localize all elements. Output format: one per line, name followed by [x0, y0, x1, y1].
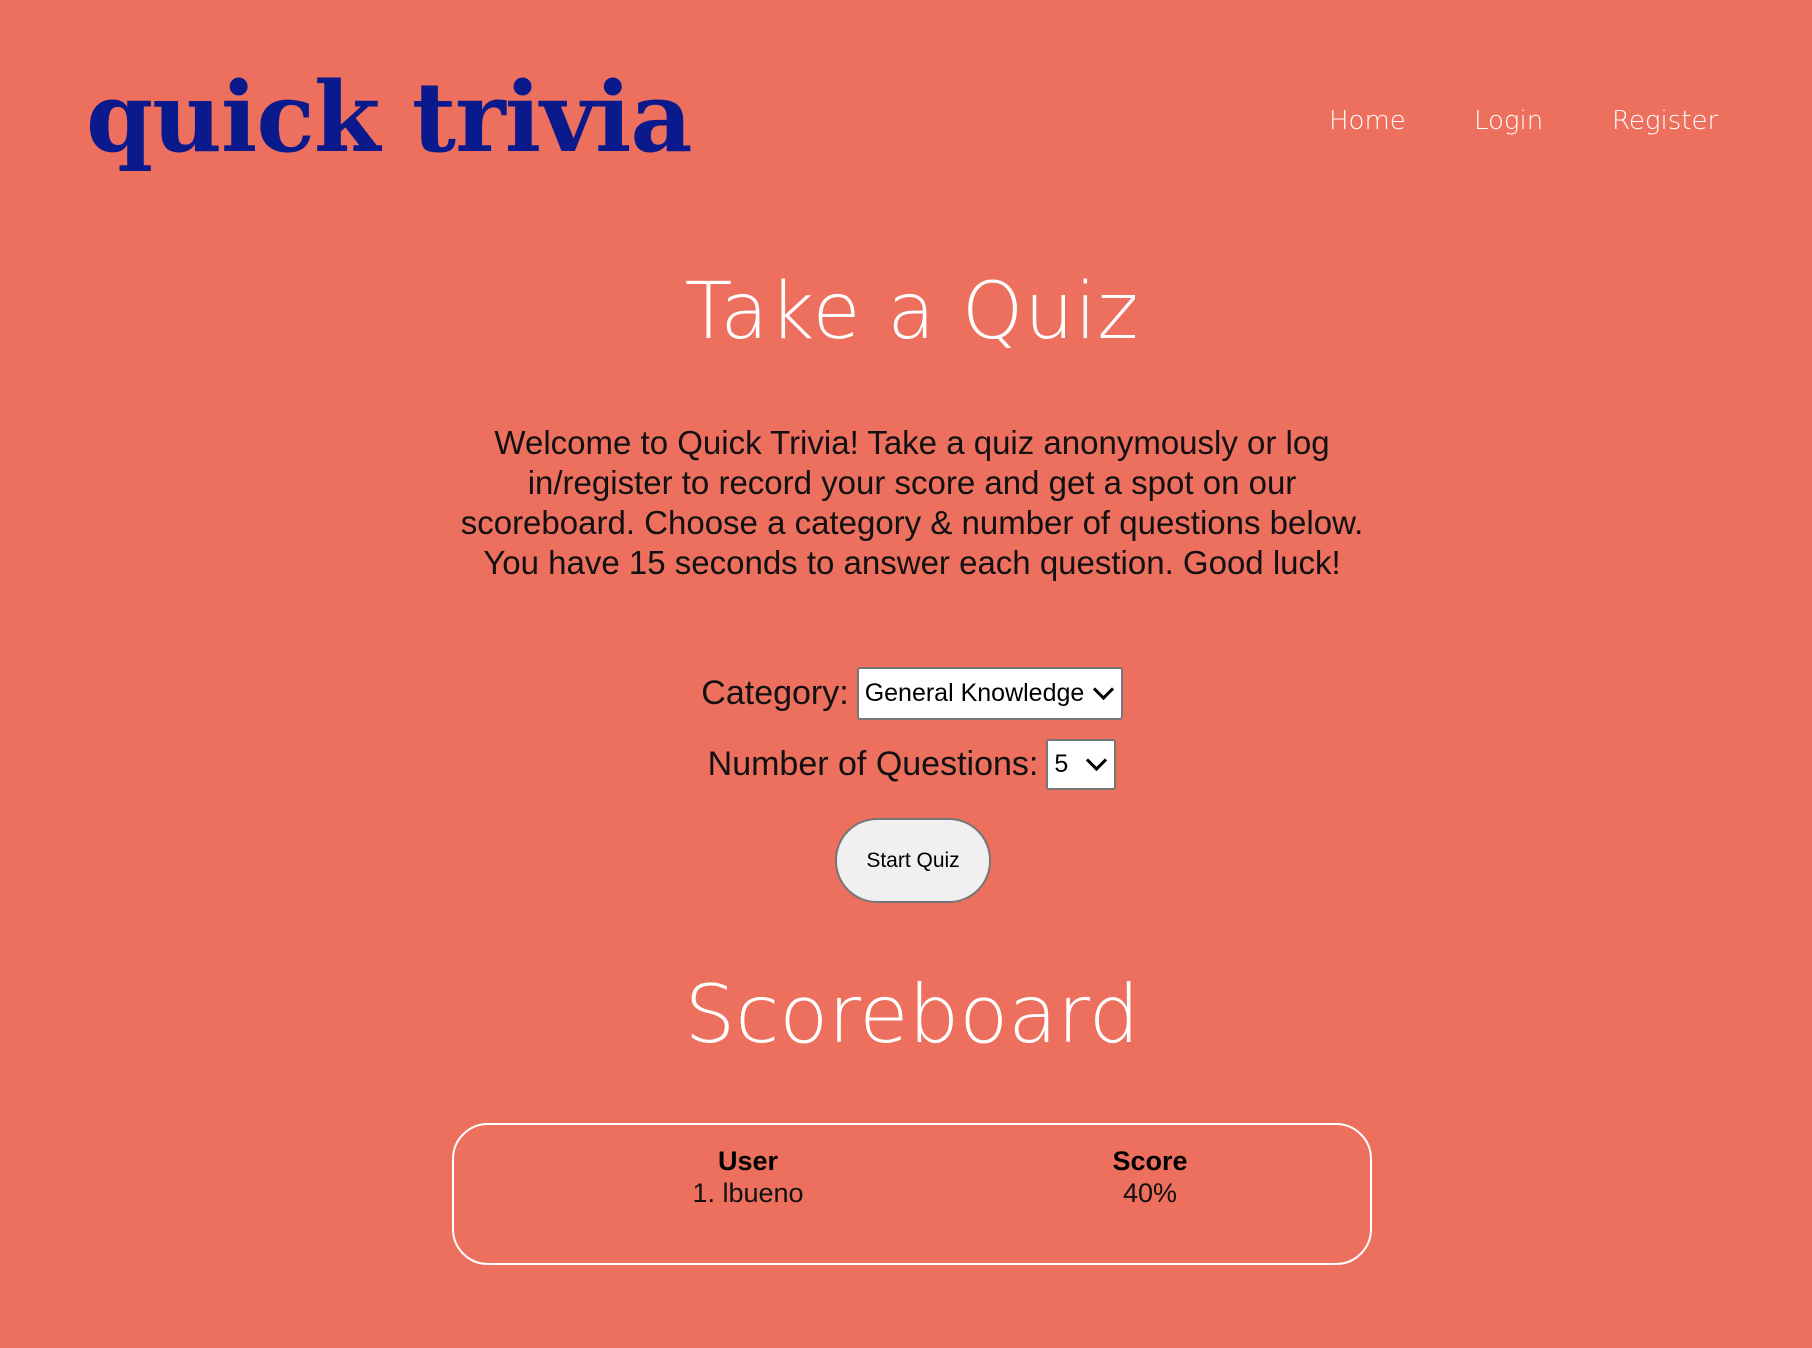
question-count-select[interactable]: 5	[1046, 738, 1117, 790]
scoreboard-table: User 1. lbueno Score 40%	[452, 1123, 1372, 1265]
nav-register-link[interactable]: Register	[1612, 103, 1718, 139]
scoreboard-title: Scoreboard	[684, 968, 1140, 1061]
scoreboard-score-cell: 40%	[1122, 1178, 1178, 1208]
quiz-title: Take a Quiz	[684, 267, 1140, 357]
question-count-selected-value: 5	[1054, 749, 1069, 778]
nav-login-link[interactable]: Login	[1474, 103, 1543, 139]
category-select[interactable]: General Knowledge	[856, 666, 1123, 720]
category-row: Category: General Knowledge	[0, 666, 1812, 720]
chevron-down-icon	[1092, 678, 1114, 700]
chevron-down-icon	[1086, 749, 1108, 771]
user-column: User 1. lbueno	[618, 1145, 878, 1209]
category-selected-value: General Knowledge	[864, 678, 1085, 707]
site-logo[interactable]: quick trivia	[86, 70, 693, 166]
category-label: Category:	[701, 673, 849, 712]
start-quiz-button[interactable]: Start Quiz	[835, 818, 991, 903]
scoreboard-user-cell: 1. lbueno	[692, 1178, 804, 1208]
score-column: Score 40%	[1020, 1145, 1280, 1209]
question-count-label: Number of Questions:	[707, 744, 1039, 783]
score-column-header: Score	[1112, 1146, 1188, 1176]
user-column-header: User	[717, 1146, 779, 1176]
quiz-intro-text: Welcome to Quick Trivia! Take a quiz ano…	[460, 424, 1364, 581]
main-nav: Home Login Register	[1300, 103, 1760, 143]
question-count-row: Number of Questions: 5	[0, 738, 1812, 790]
nav-home-link[interactable]: Home	[1329, 103, 1406, 139]
